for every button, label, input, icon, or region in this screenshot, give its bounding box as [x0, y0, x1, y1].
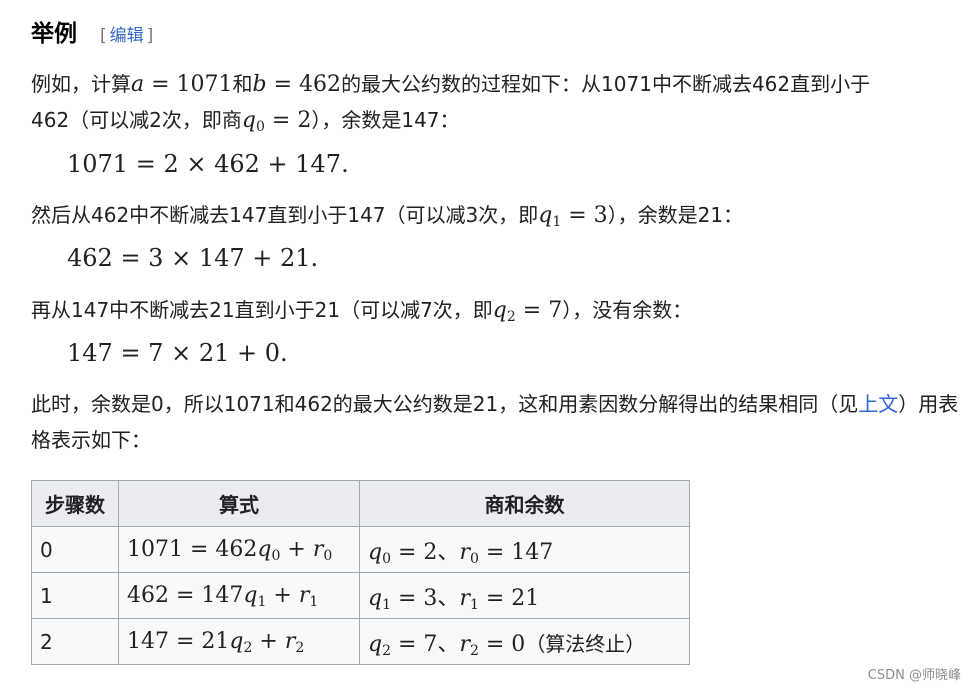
paragraph-1-line-1: 例如，计算a = 1071和b = 462的最大公约数的过程如下：从1071中不… [31, 66, 870, 103]
paragraph-3: 再从147中不断减去21直到小于21（可以减7次，即q2 = 7），没有余数： [31, 292, 692, 329]
equation-2: 462 = 3 × 147 + 21. [67, 244, 319, 272]
table-row: 2 147 = 21q2 + r2 q2 = 7、r2 = 0（算法终止） [31, 618, 690, 665]
text: 462（可以减2次，即商 [31, 108, 242, 132]
text: 此时，余数是0，所以1071和462的最大公约数是21，这和用素因数分解得出的结… [31, 392, 859, 416]
table-header-row: 步骤数 算式 商和余数 [31, 480, 690, 527]
cell-quotient-remainder: q0 = 2、r0 = 147 [359, 526, 690, 573]
text: ），没有余数： [562, 298, 693, 322]
paragraph-2: 然后从462中不断减去147直到小于147（可以减3次，即q1 = 3），余数是… [31, 197, 743, 234]
math-q2: q2 = 7 [492, 298, 563, 325]
header-formula: 算式 [118, 480, 360, 527]
math-q1: q1 = 3 [538, 203, 608, 230]
cell-step: 2 [31, 618, 119, 665]
edit-link[interactable]: 编辑 [110, 26, 144, 46]
text: 再从147中不断减去21直到小于21（可以减7次，即 [31, 298, 493, 322]
text: ），余数是147： [311, 108, 460, 132]
cell-quotient-remainder: q1 = 3、r1 = 21 [359, 572, 690, 619]
section-heading: 举例 [编辑] [31, 14, 156, 48]
equation-3: 147 = 7 × 21 + 0. [67, 339, 288, 367]
link-above-text[interactable]: 上文 [858, 392, 898, 416]
section-title: 举例 [31, 21, 77, 47]
paragraph-4: 此时，余数是0，所以1071和462的最大公约数是21，这和用素因数分解得出的结… [31, 386, 961, 458]
text: 的最大公约数的过程如下：从1071中不断减去462直到小于 [341, 72, 871, 96]
cell-formula: 462 = 147q1 + r1 [118, 572, 360, 619]
edit-bracket-close: ] [146, 26, 154, 46]
header-quotient-remainder: 商和余数 [359, 480, 690, 527]
table-row: 0 1071 = 462q0 + r0 q0 = 2、r0 = 147 [31, 526, 690, 573]
text: 和 [232, 72, 253, 96]
text: 然后从462中不断减去147直到小于147（可以减3次，即 [31, 203, 539, 227]
edit-bracket-open: [ [100, 26, 107, 46]
cell-formula: 1071 = 462q0 + r0 [118, 526, 360, 573]
text: 例如，计算 [31, 72, 131, 96]
paragraph-1-line-2: 462（可以减2次，即商q0 = 2），余数是147： [31, 102, 460, 139]
text: ），余数是21： [607, 203, 744, 227]
equation-1: 1071 = 2 × 462 + 147. [67, 150, 349, 178]
cell-step: 1 [31, 572, 119, 619]
termination-note: （算法终止） [525, 631, 646, 656]
edit-section: [编辑] [97, 21, 156, 46]
math-q0: q0 = 2 [241, 108, 312, 135]
cell-formula: 147 = 21q2 + r2 [118, 618, 360, 665]
table-row: 1 462 = 147q1 + r1 q1 = 3、r1 = 21 [31, 572, 690, 619]
header-step: 步骤数 [31, 480, 119, 527]
cell-quotient-remainder: q2 = 7、r2 = 0（算法终止） [359, 618, 690, 665]
math-a: a = 1071 [131, 72, 233, 97]
watermark: CSDN @师晓峰 [867, 668, 961, 683]
cell-step: 0 [31, 526, 119, 573]
math-b: b = 462 [252, 72, 342, 97]
euclid-steps-table: 步骤数 算式 商和余数 0 1071 = 462q0 + r0 q0 = 2、r0 … [31, 480, 690, 665]
